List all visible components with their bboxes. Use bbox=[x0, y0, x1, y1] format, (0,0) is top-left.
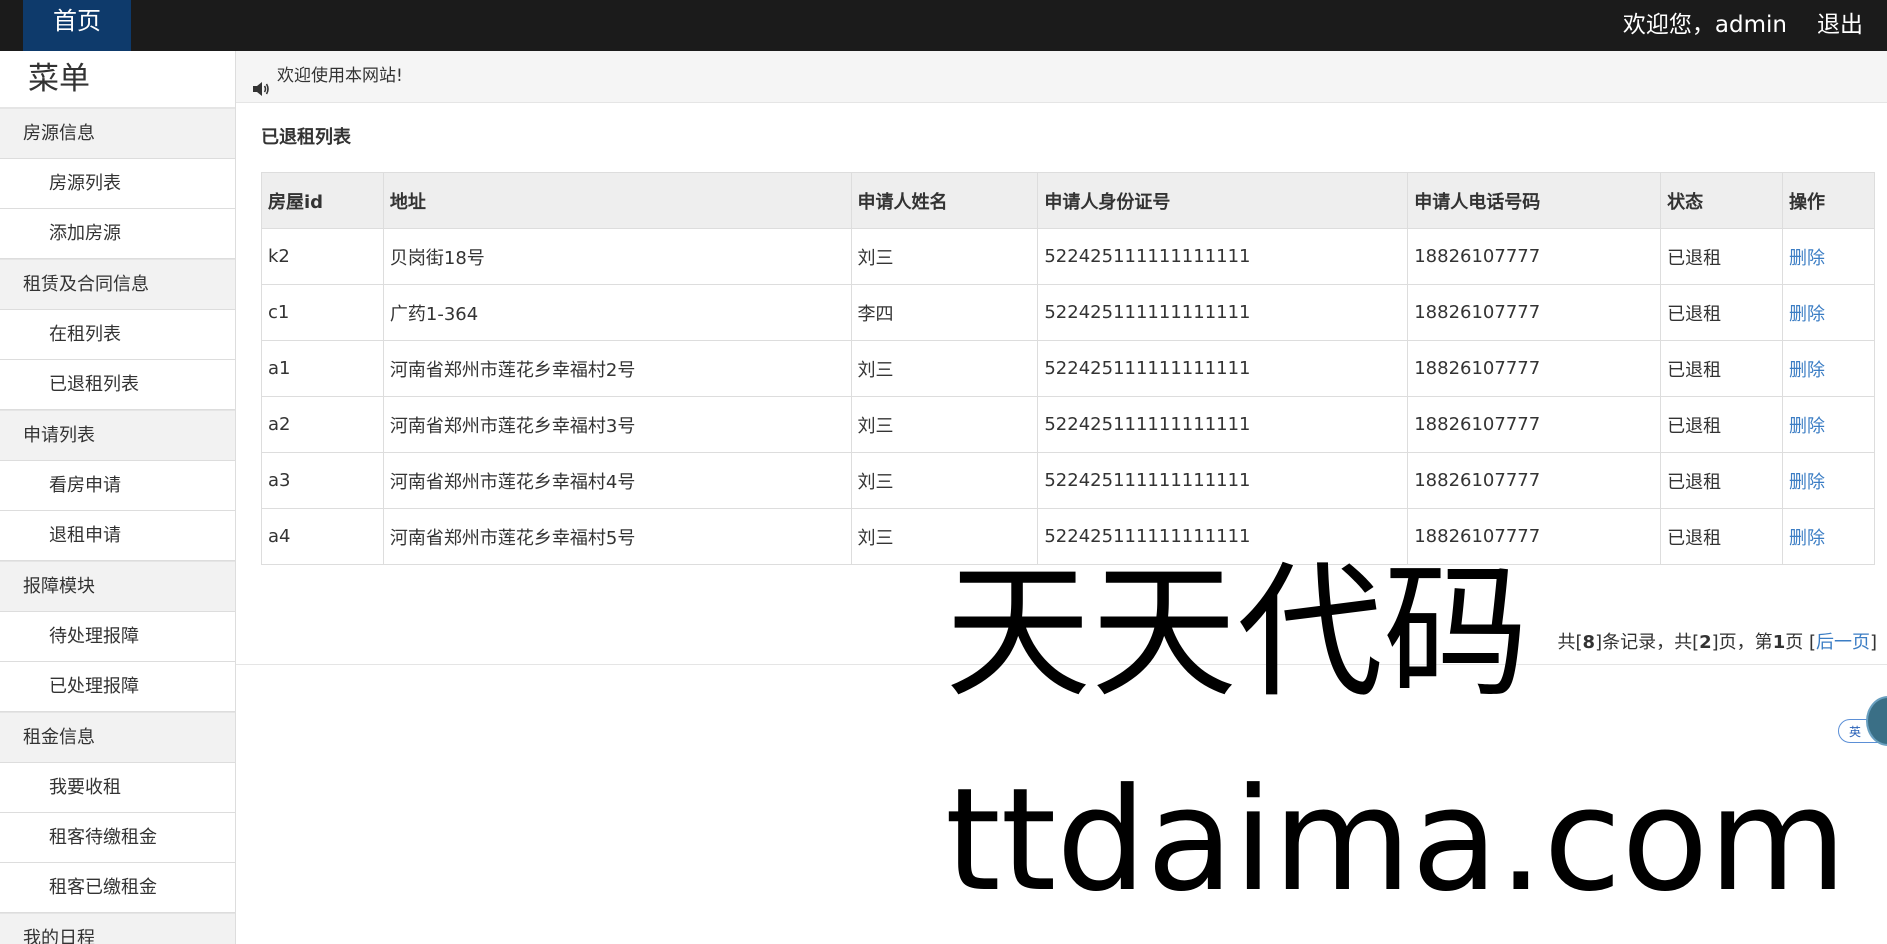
cell-id-number: 522425111111111111 bbox=[1037, 228, 1409, 285]
notice-bar: 欢迎使用本网站! bbox=[236, 51, 1887, 103]
cell-status: 已退租 bbox=[1660, 508, 1784, 565]
panel-title: 已退租列表 bbox=[261, 127, 351, 148]
cell-house-id: a2 bbox=[261, 396, 384, 453]
cell-house-id: a3 bbox=[261, 452, 384, 509]
cell-address: 河南省郑州市莲花乡幸福村5号 bbox=[382, 508, 852, 565]
sidebar-group-schedule[interactable]: 我的日程 bbox=[0, 913, 235, 944]
delete-link[interactable]: 删除 bbox=[1789, 304, 1825, 325]
pager-mid2: ]页，第 bbox=[1711, 632, 1773, 653]
col-header-house-id: 房屋id bbox=[261, 172, 384, 229]
table-row: a2 河南省郑州市莲花乡幸福村3号 刘三 522425111111111111 … bbox=[261, 396, 1875, 453]
cell-address: 河南省郑州市莲花乡幸福村3号 bbox=[382, 396, 852, 453]
watermark-chinese: 天天代码 bbox=[945, 548, 1529, 718]
sidebar-item-returned-list[interactable]: 已退租列表 bbox=[0, 360, 235, 410]
cell-id-number: 522425111111111111 bbox=[1037, 452, 1409, 509]
watermark-url: ttdaima.com bbox=[945, 758, 1847, 923]
sidebar-item-tenant-unpaid-rent[interactable]: 租客待缴租金 bbox=[0, 813, 235, 863]
returned-table: 房屋id 地址 申请人姓名 申请人身份证号 申请人电话号码 状态 操作 k2 贝… bbox=[261, 172, 1875, 565]
cell-address: 河南省郑州市莲花乡幸福村4号 bbox=[382, 452, 852, 509]
col-header-status: 状态 bbox=[1660, 172, 1784, 229]
table-header-row: 房屋id 地址 申请人姓名 申请人身份证号 申请人电话号码 状态 操作 bbox=[261, 172, 1875, 229]
delete-link[interactable]: 删除 bbox=[1789, 360, 1825, 381]
table-row: a1 河南省郑州市莲花乡幸福村2号 刘三 522425111111111111 … bbox=[261, 340, 1875, 397]
cell-applicant-name: 刘三 bbox=[850, 452, 1039, 509]
cell-phone: 18826107777 bbox=[1407, 228, 1662, 285]
cell-id-number: 522425111111111111 bbox=[1037, 340, 1409, 397]
logout-link[interactable]: 退出 bbox=[1817, 5, 1863, 39]
cell-address: 河南省郑州市莲花乡幸福村2号 bbox=[382, 340, 852, 397]
cell-phone: 18826107777 bbox=[1407, 340, 1662, 397]
cell-house-id: a1 bbox=[261, 340, 384, 397]
col-header-phone: 申请人电话号码 bbox=[1407, 172, 1662, 229]
cell-status: 已退租 bbox=[1660, 452, 1784, 509]
sidebar-group-rent-info[interactable]: 租金信息 bbox=[0, 712, 235, 763]
sidebar-menu: 菜单 房源信息 房源列表 添加房源 租赁及合同信息 在租列表 已退租列表 申请列… bbox=[0, 51, 236, 944]
cell-phone: 18826107777 bbox=[1407, 284, 1662, 341]
notice-text: 欢迎使用本网站! bbox=[277, 66, 403, 86]
cell-status: 已退租 bbox=[1660, 396, 1784, 453]
cell-id-number: 522425111111111111 bbox=[1037, 284, 1409, 341]
table-row: a3 河南省郑州市莲花乡幸福村4号 刘三 522425111111111111 … bbox=[261, 452, 1875, 509]
sidebar-group-lease-contract[interactable]: 租赁及合同信息 bbox=[0, 259, 235, 310]
cell-status: 已退租 bbox=[1660, 284, 1784, 341]
cell-action: 删除 bbox=[1782, 508, 1875, 565]
sidebar-item-collect-rent[interactable]: 我要收租 bbox=[0, 763, 235, 813]
cell-house-id: c1 bbox=[261, 284, 384, 341]
pager-prefix: 共[ bbox=[1557, 632, 1583, 653]
sidebar-group-applications[interactable]: 申请列表 bbox=[0, 410, 235, 461]
cell-phone: 18826107777 bbox=[1407, 452, 1662, 509]
sidebar-item-tenant-paid-rent[interactable]: 租客已缴租金 bbox=[0, 863, 235, 913]
sidebar-item-property-list[interactable]: 房源列表 bbox=[0, 159, 235, 209]
sidebar-item-rented-list[interactable]: 在租列表 bbox=[0, 310, 235, 360]
cell-address: 广药1-364 bbox=[382, 284, 852, 341]
sidebar-group-property-info[interactable]: 房源信息 bbox=[0, 108, 235, 159]
col-header-address: 地址 bbox=[382, 172, 852, 229]
pager-mid3: 页 [ bbox=[1785, 632, 1816, 653]
cell-status: 已退租 bbox=[1660, 228, 1784, 285]
top-navbar: 首页 欢迎您，admin 退出 bbox=[0, 0, 1887, 51]
col-header-id-number: 申请人身份证号 bbox=[1037, 172, 1409, 229]
delete-link[interactable]: 删除 bbox=[1789, 416, 1825, 437]
cell-applicant-name: 李四 bbox=[850, 284, 1039, 341]
cell-action: 删除 bbox=[1782, 396, 1875, 453]
delete-link[interactable]: 删除 bbox=[1789, 528, 1825, 549]
table-row: c1 广药1-364 李四 522425111111111111 1882610… bbox=[261, 284, 1875, 341]
delete-link[interactable]: 删除 bbox=[1789, 472, 1825, 493]
sidebar-group-repairs[interactable]: 报障模块 bbox=[0, 561, 235, 612]
delete-link[interactable]: 删除 bbox=[1789, 248, 1825, 269]
sidebar-item-viewing-requests[interactable]: 看房申请 bbox=[0, 461, 235, 511]
pager-current: 1 bbox=[1772, 632, 1786, 653]
sidebar-item-pending-repairs[interactable]: 待处理报障 bbox=[0, 612, 235, 662]
pager-mid1: ]条记录，共[ bbox=[1595, 632, 1700, 653]
sidebar-title: 菜单 bbox=[0, 51, 235, 108]
cell-action: 删除 bbox=[1782, 228, 1875, 285]
sidebar-item-return-requests[interactable]: 退租申请 bbox=[0, 511, 235, 561]
pagination: 共[8]条记录，共[2]页，第1页 [后一页] bbox=[1558, 628, 1877, 654]
pager-suffix: ] bbox=[1869, 632, 1877, 653]
speaker-icon bbox=[251, 68, 271, 96]
welcome-text: 欢迎您，admin bbox=[1622, 11, 1787, 38]
cell-applicant-name: 刘三 bbox=[850, 340, 1039, 397]
col-header-applicant-name: 申请人姓名 bbox=[850, 172, 1039, 229]
pager-total: 8 bbox=[1582, 632, 1596, 653]
col-header-actions: 操作 bbox=[1782, 172, 1875, 229]
cell-house-id: a4 bbox=[261, 508, 384, 565]
sidebar-item-add-property[interactable]: 添加房源 bbox=[0, 209, 235, 259]
cell-applicant-name: 刘三 bbox=[850, 228, 1039, 285]
next-page-link[interactable]: 后一页 bbox=[1816, 632, 1870, 653]
navbar-right: 欢迎您，admin 退出 bbox=[1623, 0, 1863, 43]
sidebar-item-handled-repairs[interactable]: 已处理报障 bbox=[0, 662, 235, 712]
cell-house-id: k2 bbox=[261, 228, 384, 285]
cell-action: 删除 bbox=[1782, 284, 1875, 341]
cell-action: 删除 bbox=[1782, 452, 1875, 509]
cell-applicant-name: 刘三 bbox=[850, 396, 1039, 453]
cell-phone: 18826107777 bbox=[1407, 396, 1662, 453]
cell-id-number: 522425111111111111 bbox=[1037, 396, 1409, 453]
pager-pages: 2 bbox=[1699, 632, 1712, 653]
cell-address: 贝岗街18号 bbox=[382, 228, 852, 285]
cell-status: 已退租 bbox=[1660, 340, 1784, 397]
cell-action: 删除 bbox=[1782, 340, 1875, 397]
table-row: k2 贝岗街18号 刘三 522425111111111111 18826107… bbox=[261, 228, 1875, 285]
home-nav-link[interactable]: 首页 bbox=[23, 0, 131, 51]
